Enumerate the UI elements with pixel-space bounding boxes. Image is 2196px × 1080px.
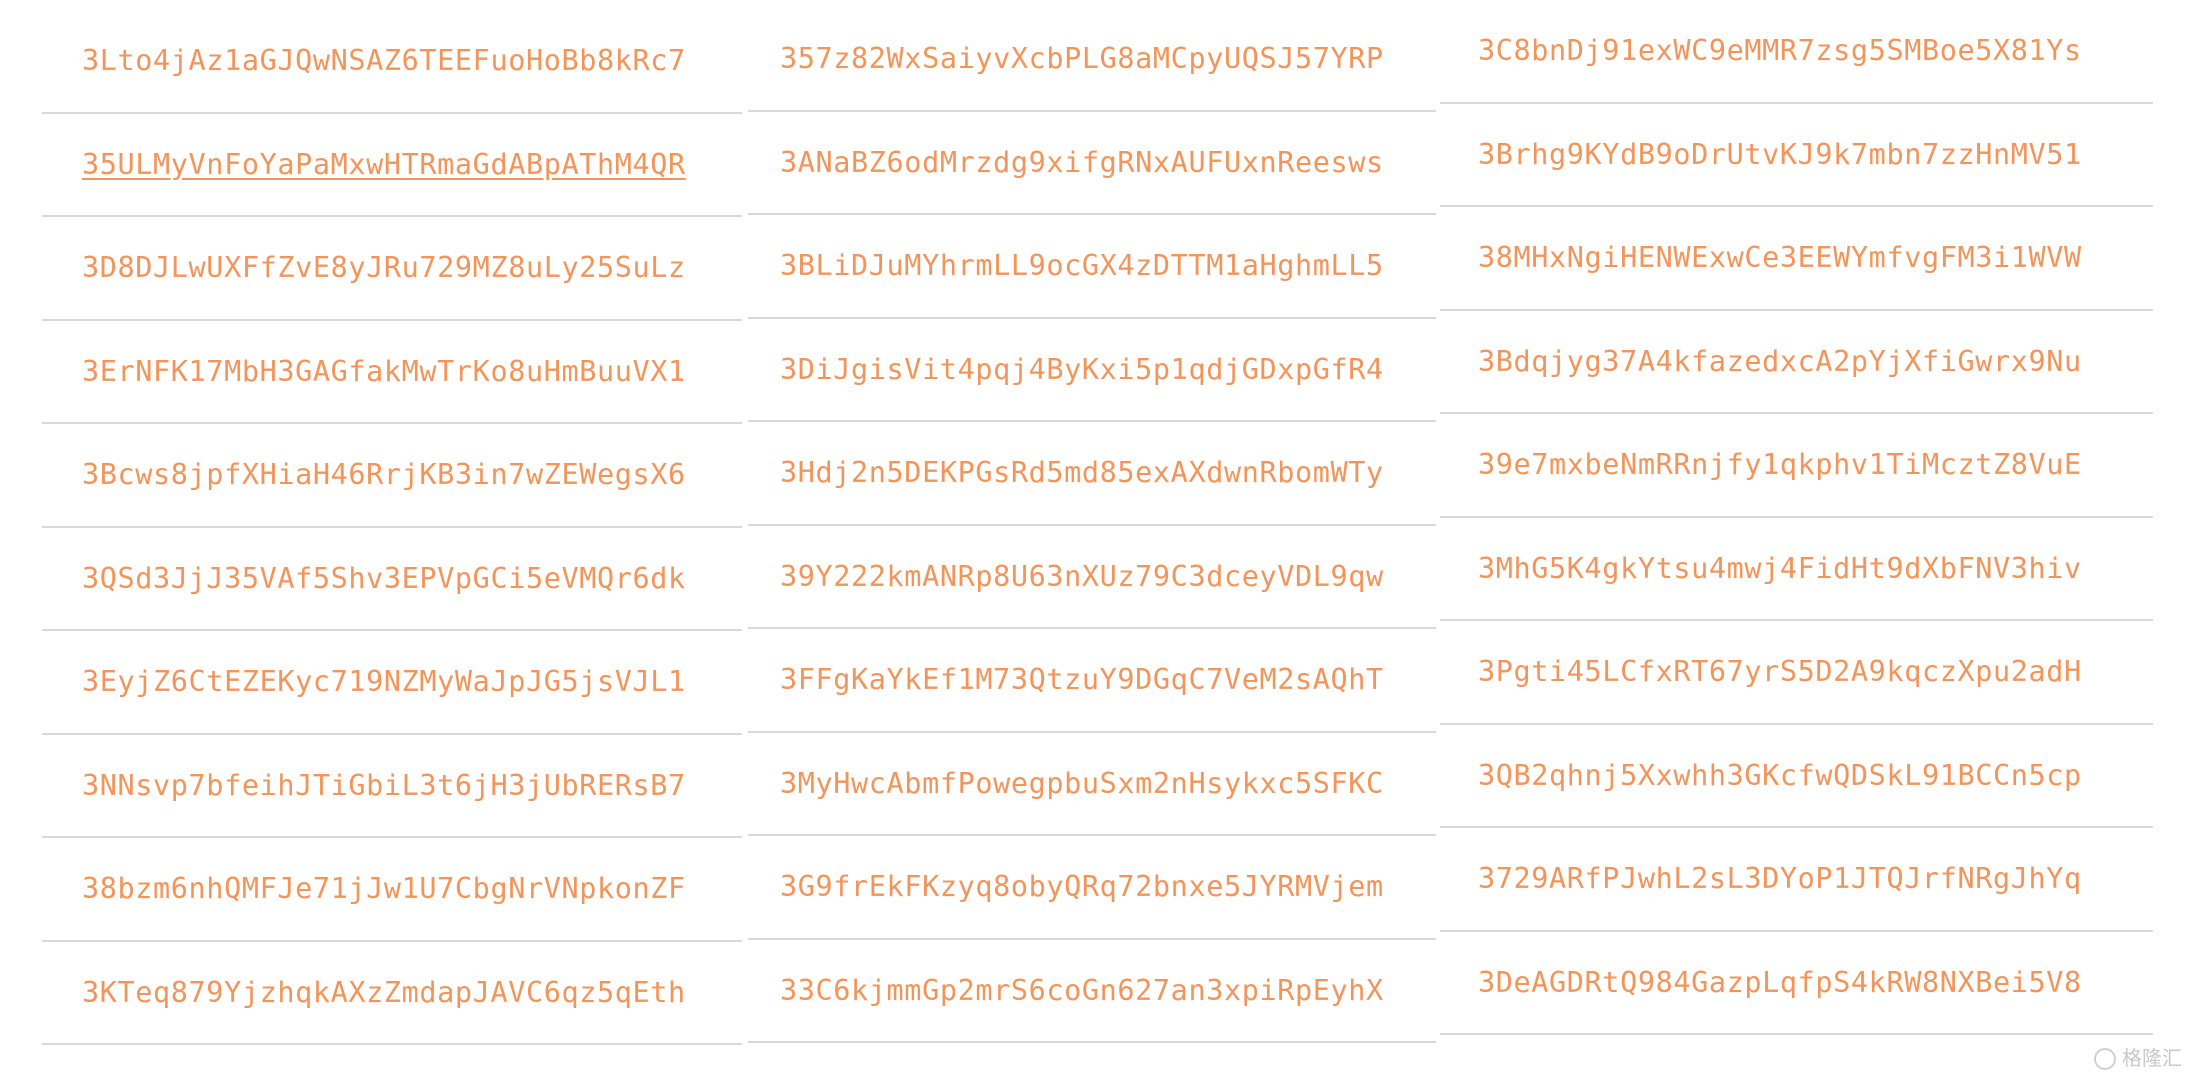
circle-logo-icon <box>2094 1048 2116 1070</box>
address-link[interactable]: 3QB2qhnj5Xxwhh3GKcfwQDSkL91BCCn5cp <box>1478 759 2082 792</box>
address-link[interactable]: 3Pgti45LCfxRT67yrS5D2A9kqczXpu2adH <box>1478 655 2082 688</box>
address-link[interactable]: 3C8bnDj91exWC9eMMR7zsg5SMBoe5X81Ys <box>1478 34 2082 67</box>
address-row: 3DeAGDRtQ984GazpLqfpS4kRW8NXBei5V8 <box>1440 932 2153 1035</box>
address-link[interactable]: 3FFgKaYkEf1M73QtzuY9DGqC7VeM2sAQhT <box>780 663 1384 696</box>
address-link[interactable]: 38MHxNgiHENWExwCe3EEWYmfvgFM3i1WVW <box>1478 241 2082 274</box>
address-link[interactable]: 3Bdqjyg37A4kfazedxcA2pYjXfiGwrx9Nu <box>1478 345 2082 378</box>
address-row: 3Pgti45LCfxRT67yrS5D2A9kqczXpu2adH <box>1440 621 2153 725</box>
address-row: 3C8bnDj91exWC9eMMR7zsg5SMBoe5X81Ys <box>1440 0 2153 104</box>
address-row: 38MHxNgiHENWExwCe3EEWYmfvgFM3i1WVW <box>1440 207 2153 311</box>
address-row: 3QSd3JjJ35VAf5Shv3EPVpGCi5eVMQr6dk <box>42 528 742 631</box>
address-link[interactable]: 3ErNFK17MbH3GAGfakMwTrKo8uHmBuuVX1 <box>82 355 686 388</box>
address-column: 3C8bnDj91exWC9eMMR7zsg5SMBoe5X81Ys 3Brhg9… <box>1440 0 2153 1035</box>
address-column: 3Lto4jAz1aGJQwNSAZ6TEEFuoHoBb8kRc7 35ULMy… <box>42 10 742 1045</box>
address-row: 3DiJgisVit4pqj4ByKxi5p1qdjGDxpGfR4 <box>748 319 1436 422</box>
address-link[interactable]: 3Hdj2n5DEKPGsRd5md85exAXdwnRbomWTy <box>780 456 1384 489</box>
address-column: 357z82WxSaiyvXcbPLG8aMCpyUQSJ57YRP 3ANaBZ… <box>748 8 1436 1043</box>
address-link[interactable]: 3EyjZ6CtEZEKyc719NZMyWaJpJG5jsVJL1 <box>82 665 686 698</box>
watermark: 格隆汇 <box>2094 1048 2182 1070</box>
address-row: 38bzm6nhQMFJe71jJw1U7CbgNrVNpkonZF <box>42 838 742 942</box>
address-row: 357z82WxSaiyvXcbPLG8aMCpyUQSJ57YRP <box>748 8 1436 112</box>
address-link[interactable]: 3QSd3JjJ35VAf5Shv3EPVpGCi5eVMQr6dk <box>82 562 686 595</box>
address-link[interactable]: 3Lto4jAz1aGJQwNSAZ6TEEFuoHoBb8kRc7 <box>82 44 686 77</box>
address-row: 3Hdj2n5DEKPGsRd5md85exAXdwnRbomWTy <box>748 422 1436 526</box>
address-link[interactable]: 3729ARfPJwhL2sL3DYoP1JTQJrfNRgJhYq <box>1478 862 2082 895</box>
address-link[interactable]: 35ULMyVnFoYaPaMxwHTRmaGdABpAThM4QR <box>82 148 686 181</box>
address-row: 3Brhg9KYdB9oDrUtvKJ9k7mbn7zzHnMV51 <box>1440 104 2153 207</box>
address-link[interactable]: 3NNsvp7bfeihJTiGbiL3t6jH3jUbRERsB7 <box>82 769 686 802</box>
address-row: 3QB2qhnj5Xxwhh3GKcfwQDSkL91BCCn5cp <box>1440 725 2153 828</box>
address-link[interactable]: 357z82WxSaiyvXcbPLG8aMCpyUQSJ57YRP <box>780 42 1384 75</box>
address-row: 3MhG5K4gkYtsu4mwj4FidHt9dXbFNV3hiv <box>1440 518 2153 621</box>
address-link[interactable]: 3G9frEkFKzyq8obyQRq72bnxe5JYRMVjem <box>780 870 1384 903</box>
address-row: 39e7mxbeNmRRnjfy1qkphv1TiMcztZ8VuE <box>1440 414 2153 518</box>
address-link[interactable]: 3D8DJLwUXFfZvE8yJRu729MZ8uLy25SuLz <box>82 251 686 284</box>
address-row: 35ULMyVnFoYaPaMxwHTRmaGdABpAThM4QR <box>42 114 742 217</box>
address-link[interactable]: 3ANaBZ6odMrzdg9xifgRNxAUFUxnReesws <box>780 146 1384 179</box>
address-row: 3EyjZ6CtEZEKyc719NZMyWaJpJG5jsVJL1 <box>42 631 742 735</box>
address-row: 3Bdqjyg37A4kfazedxcA2pYjXfiGwrx9Nu <box>1440 311 2153 414</box>
address-row: 3MyHwcAbmfPowegpbuSxm2nHsykxc5SFKC <box>748 733 1436 836</box>
address-row: 3Lto4jAz1aGJQwNSAZ6TEEFuoHoBb8kRc7 <box>42 10 742 114</box>
address-row: 3FFgKaYkEf1M73QtzuY9DGqC7VeM2sAQhT <box>748 629 1436 733</box>
address-row: 39Y222kmANRp8U63nXUz79C3dceyVDL9qw <box>748 526 1436 629</box>
address-row: 3ANaBZ6odMrzdg9xifgRNxAUFUxnReesws <box>748 112 1436 215</box>
address-link[interactable]: 3Brhg9KYdB9oDrUtvKJ9k7mbn7zzHnMV51 <box>1478 138 2082 171</box>
address-row: 3NNsvp7bfeihJTiGbiL3t6jH3jUbRERsB7 <box>42 735 742 838</box>
address-link[interactable]: 3MhG5K4gkYtsu4mwj4FidHt9dXbFNV3hiv <box>1478 552 2082 585</box>
address-row: 3G9frEkFKzyq8obyQRq72bnxe5JYRMVjem <box>748 836 1436 940</box>
address-link[interactable]: 39e7mxbeNmRRnjfy1qkphv1TiMcztZ8VuE <box>1478 448 2082 481</box>
address-row: 3D8DJLwUXFfZvE8yJRu729MZ8uLy25SuLz <box>42 217 742 321</box>
watermark-text: 格隆汇 <box>2122 1048 2182 1070</box>
address-link[interactable]: 3DiJgisVit4pqj4ByKxi5p1qdjGDxpGfR4 <box>780 353 1384 386</box>
address-link[interactable]: 3DeAGDRtQ984GazpLqfpS4kRW8NXBei5V8 <box>1478 966 2082 999</box>
address-link[interactable]: 3MyHwcAbmfPowegpbuSxm2nHsykxc5SFKC <box>780 767 1384 800</box>
address-row: 3ErNFK17MbH3GAGfakMwTrKo8uHmBuuVX1 <box>42 321 742 424</box>
address-link[interactable]: 3Bcws8jpfXHiaH46RrjKB3in7wZEWegsX6 <box>82 458 686 491</box>
address-row: 3KTeq879YjzhqkAXzZmdapJAVC6qz5qEth <box>42 942 742 1045</box>
address-link[interactable]: 3BLiDJuMYhrmLL9ocGX4zDTTM1aHghmLL5 <box>780 249 1384 282</box>
address-link[interactable]: 3KTeq879YjzhqkAXzZmdapJAVC6qz5qEth <box>82 976 686 1009</box>
address-link[interactable]: 33C6kjmmGp2mrS6coGn627an3xpiRpEyhX <box>780 974 1384 1007</box>
address-link[interactable]: 39Y222kmANRp8U63nXUz79C3dceyVDL9qw <box>780 560 1384 593</box>
address-link[interactable]: 38bzm6nhQMFJe71jJw1U7CbgNrVNpkonZF <box>82 872 686 905</box>
address-row: 33C6kjmmGp2mrS6coGn627an3xpiRpEyhX <box>748 940 1436 1043</box>
address-row: 3729ARfPJwhL2sL3DYoP1JTQJrfNRgJhYq <box>1440 828 2153 932</box>
address-row: 3Bcws8jpfXHiaH46RrjKB3in7wZEWegsX6 <box>42 424 742 528</box>
address-row: 3BLiDJuMYhrmLL9ocGX4zDTTM1aHghmLL5 <box>748 215 1436 319</box>
